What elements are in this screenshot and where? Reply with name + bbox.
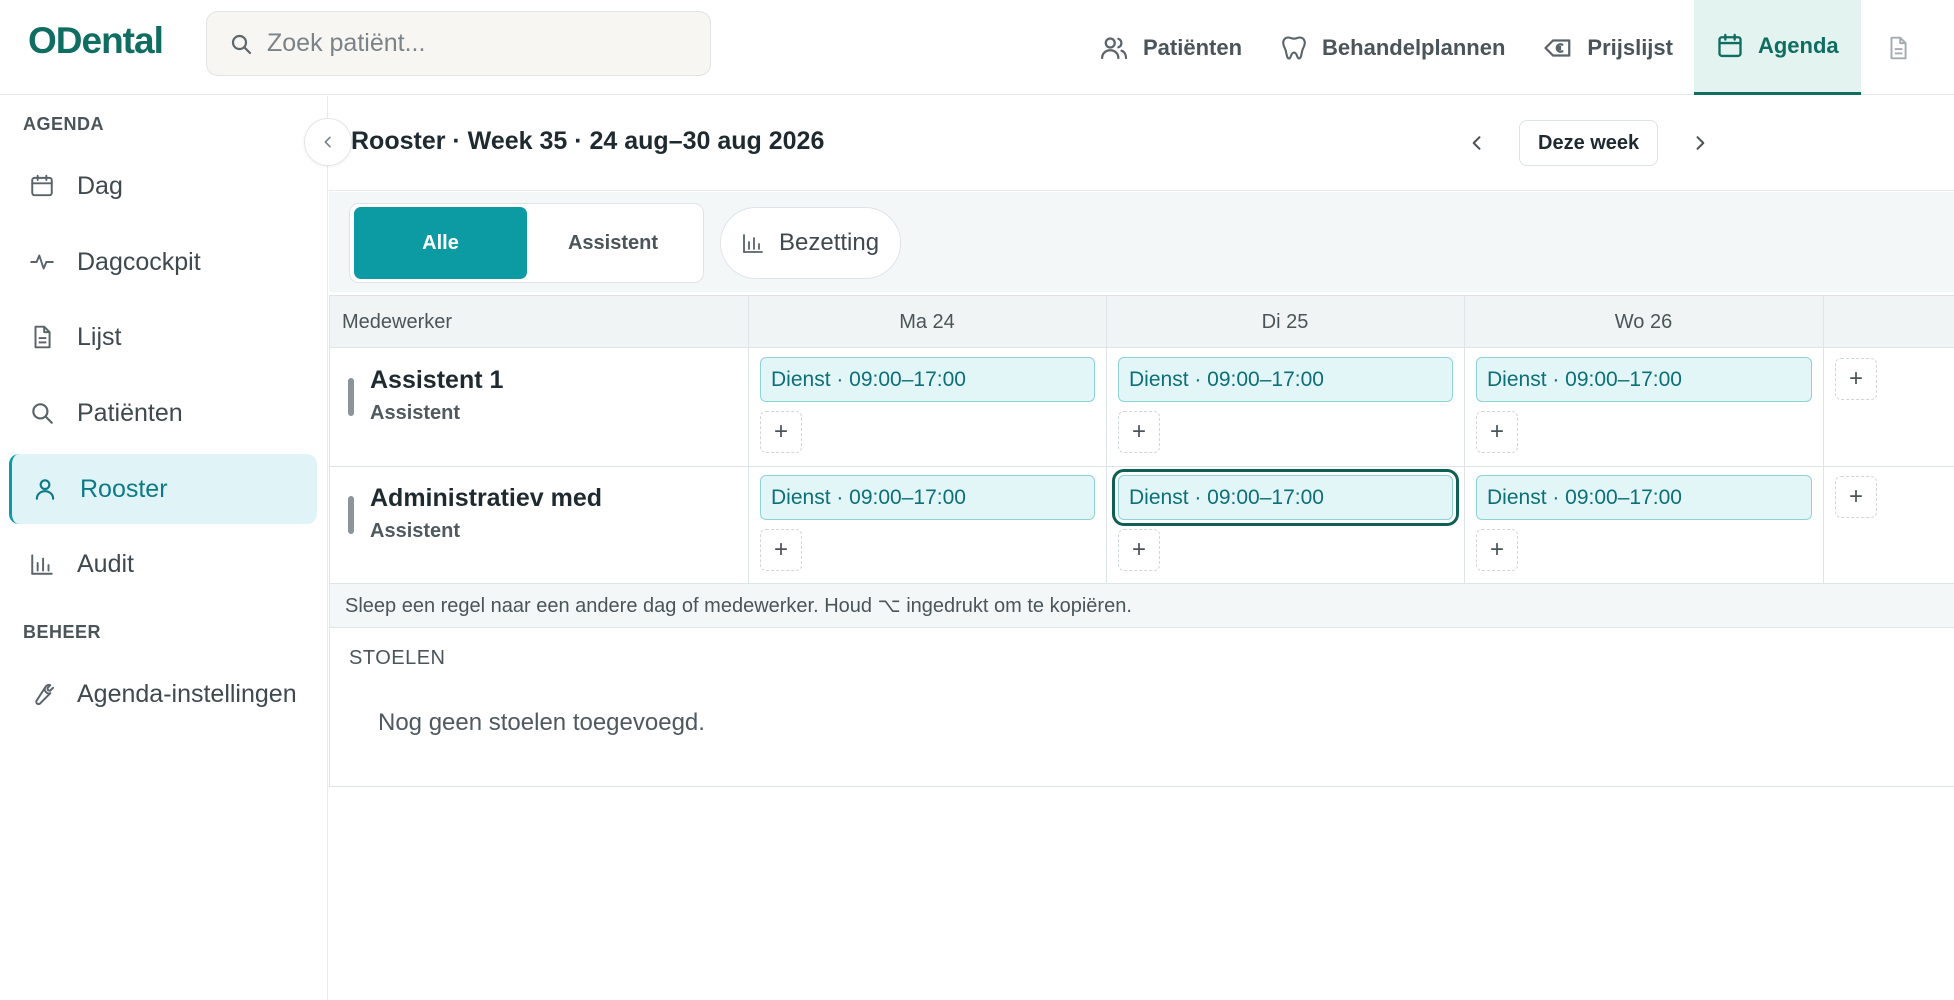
sidebar-item-dagcockpit[interactable]: Dagcockpit bbox=[9, 227, 317, 297]
employee-role: Assistent bbox=[370, 402, 461, 424]
week-navigation: Deze week bbox=[1457, 120, 1720, 166]
add-shift-button[interactable]: + bbox=[1118, 411, 1160, 453]
nav-item-behandelplannen[interactable]: Behandelplannen bbox=[1280, 0, 1505, 95]
shift-block[interactable]: Dienst · 09:00–17:00 bbox=[760, 475, 1095, 520]
chairs-empty-state: Nog geen stoelen toegevoegd. bbox=[378, 709, 705, 736]
sidebar-item-label: Patiënten bbox=[77, 398, 183, 427]
nav-item-prijslijst[interactable]: Prijslijst bbox=[1543, 0, 1673, 95]
main-content: Rooster · Week 35 · 24 aug–30 aug 2026 D… bbox=[329, 96, 1954, 1000]
employee-name: Assistent 1 bbox=[370, 366, 504, 394]
drag-hint: Sleep een regel naar een andere dag of m… bbox=[329, 583, 1954, 628]
sidebar-heading-agenda: AGENDA bbox=[23, 114, 105, 134]
add-shift-button[interactable]: + bbox=[760, 411, 802, 453]
employee-color-bar bbox=[348, 496, 354, 534]
user-icon bbox=[32, 476, 60, 502]
occupancy-button[interactable]: Bezetting bbox=[720, 207, 901, 279]
employee-role: Assistent bbox=[370, 520, 461, 542]
sidebar-item-label: Dagcockpit bbox=[77, 247, 201, 276]
nav-label: Patiënten bbox=[1143, 34, 1243, 60]
document-icon bbox=[29, 324, 57, 350]
document-icon bbox=[1885, 33, 1911, 63]
bar-chart-icon bbox=[741, 231, 765, 255]
add-shift-button[interactable]: + bbox=[760, 529, 802, 571]
add-shift-button[interactable]: + bbox=[1835, 476, 1877, 518]
sidebar-item-lijst[interactable]: Lijst bbox=[9, 302, 317, 372]
price-tag-icon bbox=[1543, 33, 1573, 63]
shift-block[interactable]: Dienst · 09:00–17:00 bbox=[1476, 357, 1812, 402]
page-title: Rooster · Week 35 · 24 aug–30 aug 2026 bbox=[351, 127, 825, 155]
sidebar-heading-beheer: BEHEER bbox=[23, 622, 102, 642]
sidebar-item-label: Lijst bbox=[77, 322, 122, 351]
search-input[interactable] bbox=[267, 29, 687, 58]
employee-color-bar bbox=[348, 378, 354, 416]
chairs-title: STOELEN bbox=[349, 647, 446, 669]
shift-block[interactable]: Dienst · 09:00–17:00 bbox=[760, 357, 1095, 402]
add-shift-button[interactable]: + bbox=[1118, 529, 1160, 571]
grid-divider bbox=[1106, 296, 1107, 584]
main-nav: Patiënten Behandelplannen Prijslijst Age… bbox=[1099, 0, 1925, 95]
next-week-button[interactable] bbox=[1680, 120, 1720, 166]
column-header-day: Wo 26 bbox=[1614, 310, 1673, 333]
nav-item-documents[interactable] bbox=[1861, 0, 1925, 95]
grid-divider bbox=[330, 466, 1954, 467]
previous-week-button[interactable] bbox=[1457, 120, 1497, 166]
add-shift-button[interactable]: + bbox=[1835, 358, 1877, 400]
sidebar-item-dag[interactable]: Dag bbox=[9, 151, 317, 221]
column-header-employee: Medewerker bbox=[342, 310, 453, 333]
patient-search[interactable] bbox=[206, 11, 711, 76]
chevron-left-icon bbox=[320, 134, 336, 150]
nav-label: Agenda bbox=[1757, 33, 1839, 58]
page-header: Rooster · Week 35 · 24 aug–30 aug 2026 D… bbox=[329, 96, 1954, 191]
sidebar-item-audit[interactable]: Audit bbox=[9, 529, 317, 599]
sidebar-item-patienten[interactable]: Patiënten bbox=[9, 378, 317, 448]
nav-label: Prijslijst bbox=[1587, 34, 1673, 60]
grid-divider bbox=[1823, 296, 1824, 584]
column-header-day: Ma 24 bbox=[899, 310, 955, 333]
chevron-left-icon bbox=[1467, 133, 1487, 153]
calendar-icon bbox=[1716, 32, 1744, 60]
calendar-icon bbox=[29, 173, 57, 199]
activity-icon bbox=[29, 249, 57, 275]
column-header-day: D bbox=[1823, 296, 1954, 348]
chairs-panel: STOELEN Nog geen stoelen toegevoegd. bbox=[329, 629, 1954, 787]
nav-item-patienten[interactable]: Patiënten bbox=[1099, 0, 1242, 95]
wrench-icon bbox=[29, 681, 57, 707]
add-shift-button[interactable]: + bbox=[1476, 411, 1518, 453]
users-icon bbox=[1099, 33, 1129, 63]
sidebar-item-label: Dag bbox=[77, 171, 123, 200]
nav-item-agenda[interactable]: Agenda bbox=[1693, 0, 1861, 95]
sidebar-item-label: Rooster bbox=[80, 474, 168, 503]
bar-chart-icon bbox=[29, 551, 57, 577]
sidebar-collapse-button[interactable] bbox=[304, 118, 352, 166]
sidebar-item-label: Audit bbox=[77, 549, 134, 578]
add-shift-button[interactable]: + bbox=[1476, 529, 1518, 571]
chevron-right-icon bbox=[1690, 133, 1710, 153]
segment-assistent[interactable]: Assistent bbox=[527, 207, 699, 279]
sidebar-item-rooster[interactable]: Rooster bbox=[9, 454, 317, 524]
shift-block[interactable]: Dienst · 09:00–17:00 bbox=[1118, 357, 1453, 402]
shift-block-selected[interactable]: Dienst · 09:00–17:00 bbox=[1112, 469, 1459, 526]
segment-alle[interactable]: Alle bbox=[354, 207, 527, 279]
search-icon bbox=[229, 32, 253, 56]
grid-divider bbox=[1464, 296, 1465, 584]
grid-divider bbox=[748, 296, 749, 584]
shift-block[interactable]: Dienst · 09:00–17:00 bbox=[1476, 475, 1812, 520]
sidebar-item-agenda-instellingen[interactable]: Agenda-instellingen bbox=[9, 659, 317, 729]
app-logo[interactable]: ODental bbox=[28, 20, 164, 62]
employee-name: Administratiev med bbox=[370, 484, 603, 512]
roster-grid: Medewerker Ma 24 Di 25 Wo 26 D Assistent… bbox=[329, 295, 1954, 584]
sidebar: AGENDA Dag Dagcockpit Lijst Patiënten Ro… bbox=[0, 96, 328, 1000]
column-header-day: Di 25 bbox=[1261, 310, 1309, 333]
sidebar-item-label: Agenda-instellingen bbox=[77, 679, 297, 708]
nav-label: Behandelplannen bbox=[1322, 34, 1506, 60]
top-bar: ODental Patiënten Behandelplannen Prijsl… bbox=[0, 0, 1954, 95]
occupancy-label: Bezetting bbox=[779, 229, 880, 256]
this-week-button[interactable]: Deze week bbox=[1519, 120, 1659, 166]
search-icon bbox=[29, 400, 57, 426]
role-filter-segmented-control: Alle Assistent bbox=[349, 203, 704, 283]
tooth-icon bbox=[1280, 33, 1308, 63]
